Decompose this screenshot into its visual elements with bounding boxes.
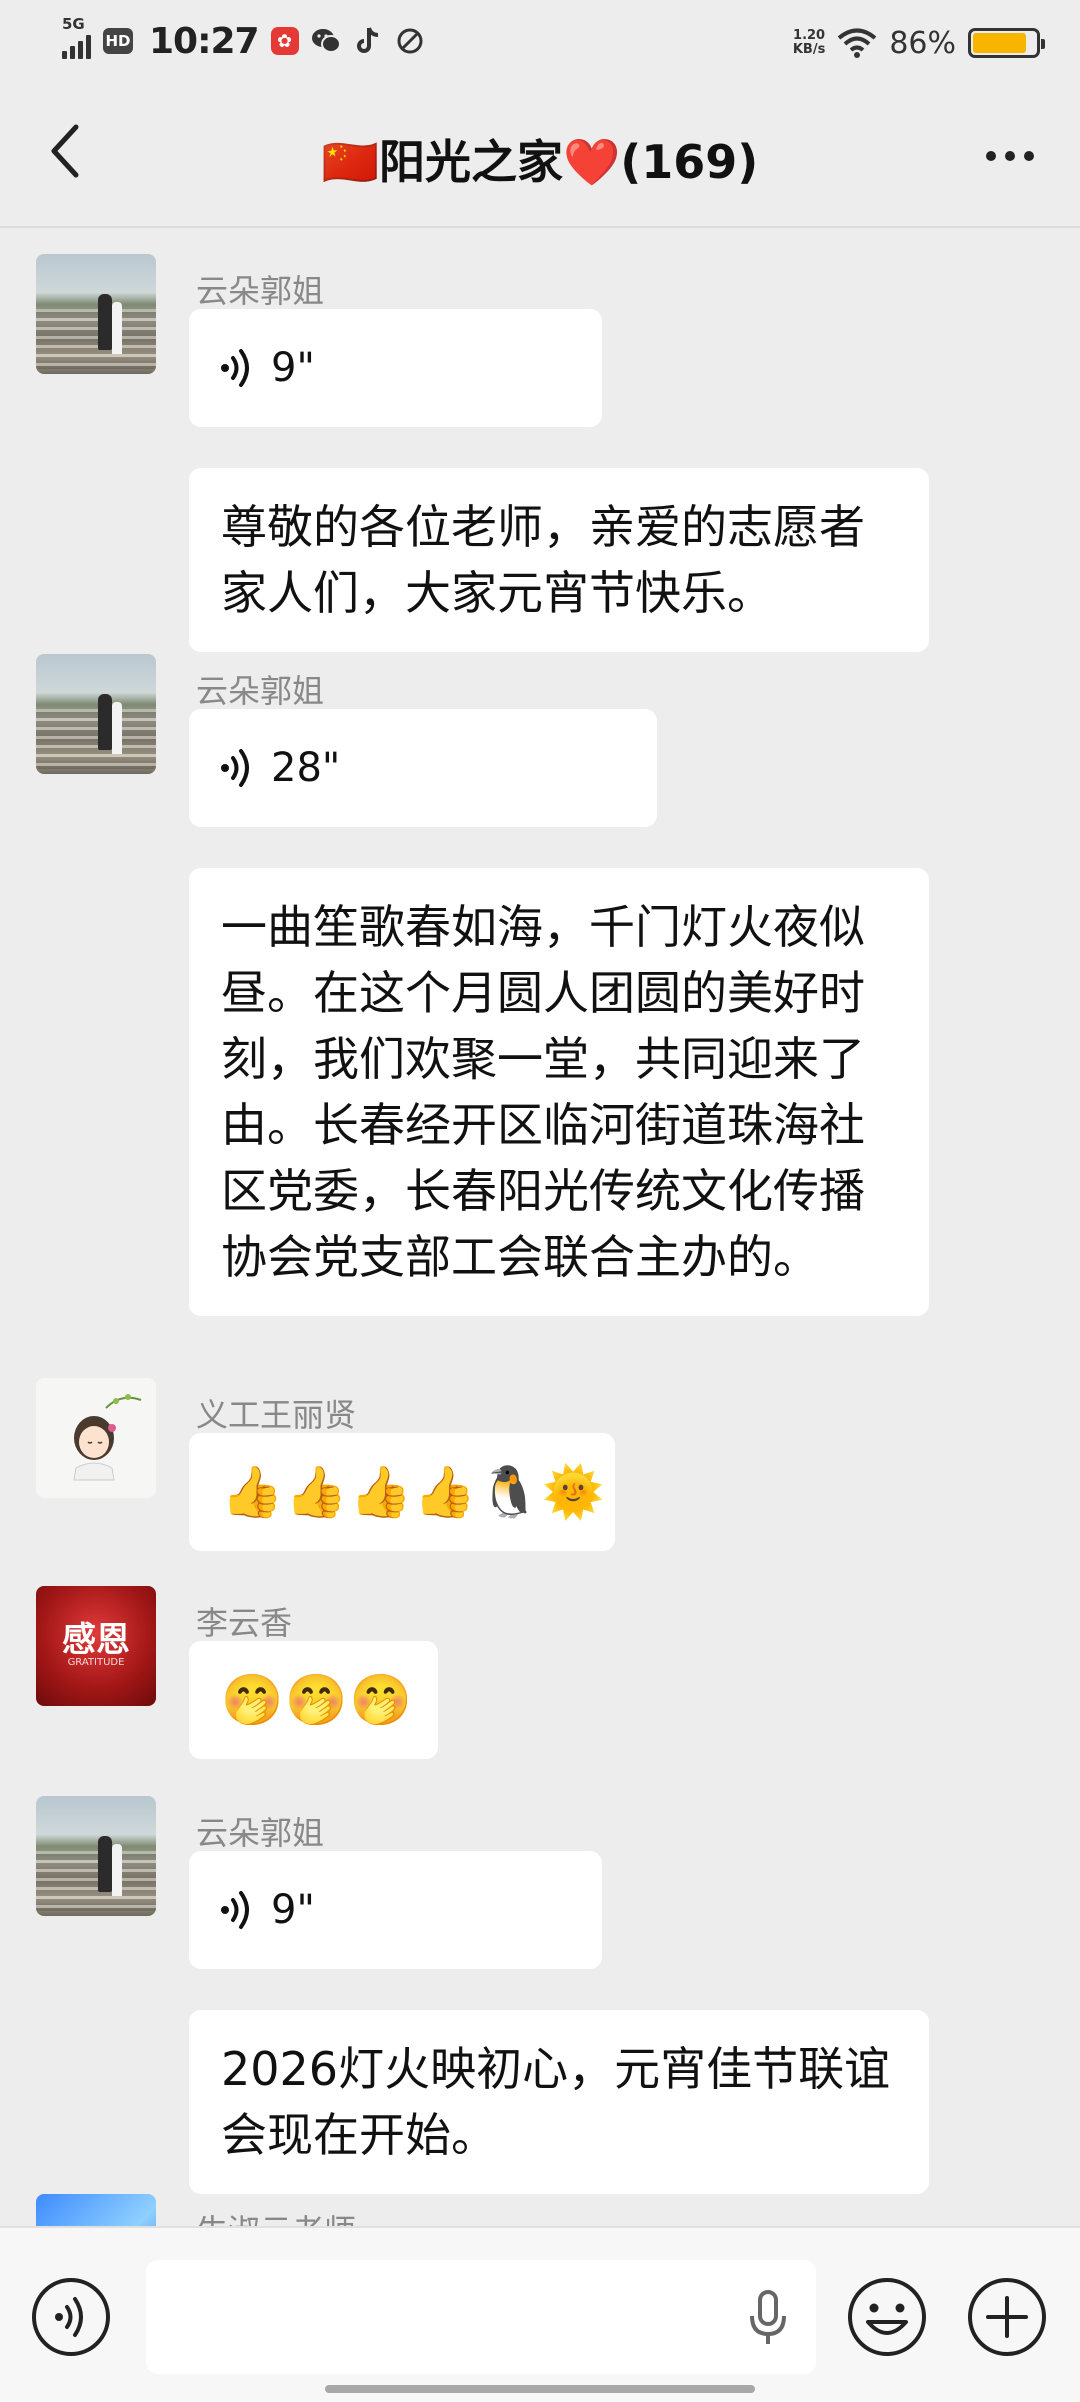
more-button[interactable]: [970, 126, 1050, 186]
avatar[interactable]: 感恩 GRATITUDE: [36, 1586, 156, 1706]
network-speed-value: 1.20: [793, 28, 826, 43]
emoji-message-bubble[interactable]: 👍👍👍👍🐧🌞: [189, 1433, 615, 1551]
more-dot: [1005, 151, 1015, 161]
message-group: 云朵郭姐 9" 尊敬的各位老师，亲爱的志愿者家人们，大家元宵节快乐。: [0, 254, 1080, 652]
girl-avatar-icon: [73, 1394, 142, 1481]
wifi-icon: [838, 28, 877, 58]
text-message-bubble[interactable]: 尊敬的各位老师，亲爱的志愿者家人们，大家元宵节快乐。: [189, 468, 929, 652]
wechat-notification-icon: [311, 26, 341, 56]
battery-percent: 86%: [889, 25, 956, 61]
avatar[interactable]: [36, 254, 156, 374]
chat-title: 🇨🇳阳光之家❤️(169): [321, 135, 759, 189]
text-message-bubble[interactable]: 2026灯火映初心，元宵佳节联谊会现在开始。: [189, 2010, 929, 2194]
status-bar: 5G HD 10:27 ✿ 1.20 KB/s 86%: [0, 0, 1080, 86]
hd-badge: HD: [103, 28, 133, 54]
avatar[interactable]: [36, 1378, 156, 1498]
more-dots-icon: [986, 151, 996, 161]
voice-message-bubble[interactable]: 28": [189, 709, 657, 827]
voice-wave-icon: [221, 749, 249, 787]
plus-icon[interactable]: [966, 2276, 1048, 2358]
network-speed: 1.20 KB/s: [793, 29, 825, 57]
sender-name: 云朵郭姐: [196, 1814, 325, 1852]
more-dot: [1024, 151, 1034, 161]
voice-duration: 9": [271, 345, 315, 391]
voice-duration: 28": [271, 745, 341, 791]
message-group: 云朵郭姐 9" 2026灯火映初心，元宵佳节联谊会现在开始。: [0, 1796, 1080, 2194]
app-notification-icon: [395, 26, 425, 56]
voice-message-bubble[interactable]: 9": [189, 309, 602, 427]
network-speed-unit: KB/s: [792, 42, 826, 57]
sender-name: 李云香: [196, 1604, 293, 1642]
voice-message-bubble[interactable]: 9": [189, 1851, 602, 1969]
status-left: 5G HD 10:27 ✿: [62, 15, 425, 66]
battery-icon: [968, 28, 1045, 58]
message-group: 云朵郭姐 28" 一曲笙歌春如海，千门灯火夜似昼。在这个月圆人团圆的美好时刻，我…: [0, 654, 1080, 1316]
message-input[interactable]: [146, 2260, 816, 2374]
voice-wave-icon: [221, 1891, 249, 1929]
network-type: 5G: [62, 15, 85, 33]
text-message-bubble[interactable]: 一曲笙歌春如海，千门灯火夜似昼。在这个月圆人团圆的美好时刻，我们欢聚一堂，共同迎…: [189, 868, 929, 1316]
cellular-signal-icon: 5G: [62, 15, 91, 59]
avatar-text: 感恩: [62, 1620, 130, 1660]
voice-input-toggle[interactable]: [30, 2276, 112, 2358]
smiley-icon[interactable]: [846, 2276, 928, 2358]
emoji-message-bubble[interactable]: 🤭🤭🤭: [189, 1641, 438, 1759]
chevron-left-icon: [51, 124, 79, 178]
home-indicator[interactable]: [325, 2385, 755, 2393]
status-right: 1.20 KB/s 86%: [793, 18, 1045, 68]
voice-wave-icon: [221, 349, 249, 387]
avatar-subtext: GRATITUDE: [67, 1657, 125, 1668]
chat-header: 🇨🇳阳光之家❤️(169): [0, 86, 1080, 226]
back-button[interactable]: [30, 116, 100, 186]
sender-name: 云朵郭姐: [196, 672, 325, 710]
sender-name: 义工王丽贤: [196, 1396, 357, 1434]
input-bar: [0, 2226, 1080, 2402]
avatar[interactable]: [36, 654, 156, 774]
voice-duration: 9": [271, 1887, 315, 1933]
sender-name: 牛淑云老师: [196, 2206, 356, 2226]
avatar[interactable]: [36, 2194, 156, 2226]
notification-app-icon: ✿: [270, 27, 299, 55]
battery-level-fill: [973, 33, 1027, 53]
message-list[interactable]: 云朵郭姐 9" 尊敬的各位老师，亲爱的志愿者家人们，大家元宵节快乐。 云朵郭姐 …: [0, 228, 1080, 2226]
tiktok-notification-icon: [353, 26, 383, 56]
microphone-icon[interactable]: [748, 2290, 788, 2346]
avatar-heart-label: 感恩 GRATITUDE: [62, 1623, 130, 1669]
clock: 10:27: [149, 20, 260, 62]
sender-name: 云朵郭姐: [196, 272, 325, 310]
avatar[interactable]: [36, 1796, 156, 1916]
